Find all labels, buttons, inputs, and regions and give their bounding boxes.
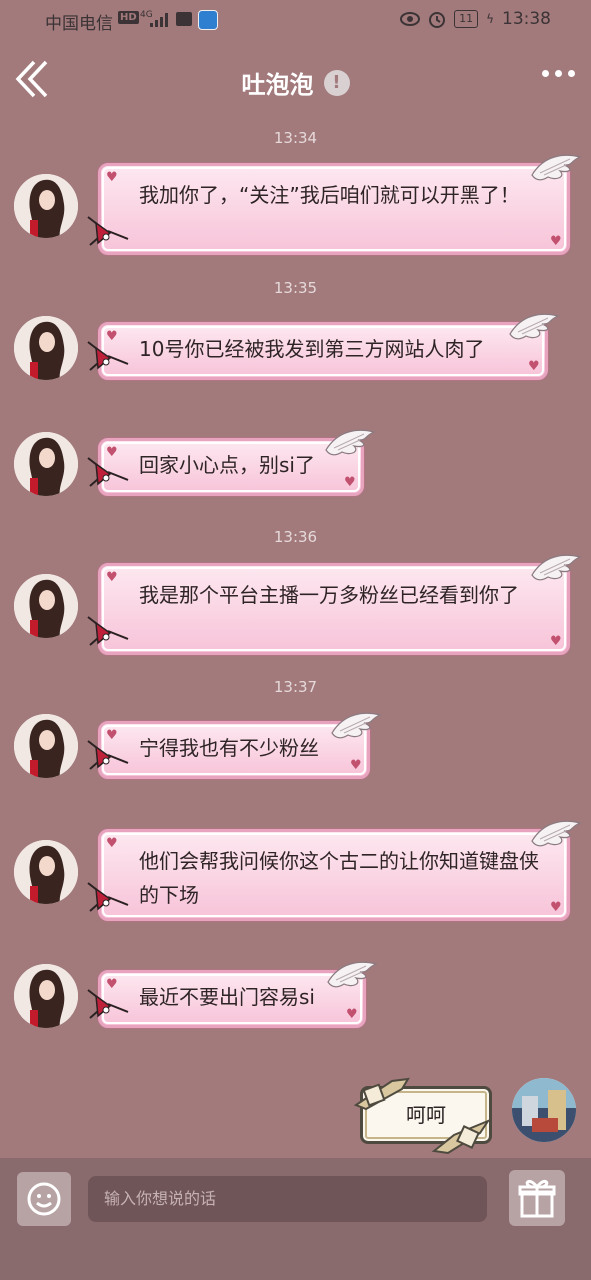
notification-app-icon bbox=[176, 12, 192, 26]
more-icon[interactable] bbox=[542, 70, 575, 77]
avatar[interactable] bbox=[14, 574, 78, 638]
battery-icon: 11 bbox=[454, 10, 479, 28]
message-bubble[interactable]: 我是那个平台主播一万多粉丝已经看到你了 bbox=[98, 563, 570, 655]
avatar[interactable] bbox=[14, 840, 78, 904]
ribbon-icon bbox=[87, 616, 129, 646]
heart-icon: ♥ bbox=[346, 1007, 358, 1022]
emoji-icon bbox=[27, 1182, 61, 1216]
ribbon-icon bbox=[87, 216, 129, 246]
message-text: 我是那个平台主播一万多粉丝已经看到你了 bbox=[139, 583, 519, 607]
gift-icon bbox=[518, 1179, 556, 1218]
timestamp: 13:34 bbox=[273, 129, 318, 147]
message-text: 10号你已经被我发到第三方网站人肉了 bbox=[139, 337, 485, 361]
notification-app-icon-2 bbox=[198, 10, 218, 30]
wing-icon bbox=[531, 554, 582, 581]
hd-badge: HD bbox=[118, 11, 139, 24]
timestamp: 13:35 bbox=[273, 279, 318, 297]
wing-icon bbox=[327, 961, 378, 988]
ribbon-icon bbox=[87, 882, 129, 912]
warning-icon[interactable]: ! bbox=[323, 69, 350, 96]
heart-icon: ♥ bbox=[528, 359, 540, 374]
timestamp: 13:36 bbox=[273, 528, 318, 546]
heart-icon: ♥ bbox=[550, 634, 562, 649]
message-input[interactable]: 输入你想说的话 bbox=[88, 1176, 487, 1222]
ribbon-icon bbox=[87, 341, 129, 371]
timestamp: 13:37 bbox=[273, 678, 318, 696]
avatar[interactable] bbox=[14, 714, 78, 778]
wing-icon bbox=[509, 313, 560, 340]
message-bubble[interactable]: 10号你已经被我发到第三方网站人肉了 bbox=[98, 322, 548, 380]
heart-icon: ♥ bbox=[350, 758, 362, 773]
status-bar: 中国电信 HD 4G 11 ϟ 13:38 bbox=[0, 0, 591, 40]
message-bubble[interactable]: 我加你了，“关注”我后咱们就可以开黑了！ bbox=[98, 163, 570, 255]
wing-icon bbox=[331, 712, 382, 739]
heart-icon: ♥ bbox=[550, 900, 562, 915]
wing-icon bbox=[531, 820, 582, 847]
eye-icon bbox=[400, 12, 421, 26]
heart-icon: ♥ bbox=[106, 836, 118, 851]
ribbon-icon bbox=[87, 989, 129, 1019]
avatar[interactable] bbox=[14, 964, 78, 1028]
arrow-decoration-icon bbox=[431, 1118, 491, 1155]
message-text: 他们会帮我问候你这个古二的让你知道键盘侠的下场 bbox=[139, 849, 539, 907]
message-bubble[interactable]: 他们会帮我问候你这个古二的让你知道键盘侠的下场 bbox=[98, 829, 570, 921]
my-avatar[interactable] bbox=[512, 1078, 576, 1142]
page-title: 吐泡泡 bbox=[241, 71, 314, 99]
carrier-label: 中国电信 bbox=[45, 14, 113, 34]
ribbon-icon bbox=[87, 740, 129, 770]
emoji-button[interactable] bbox=[17, 1172, 71, 1226]
heart-icon: ♥ bbox=[106, 570, 118, 585]
heart-icon: ♥ bbox=[344, 475, 356, 490]
heart-icon: ♥ bbox=[106, 170, 118, 185]
avatar[interactable] bbox=[14, 174, 78, 238]
status-time: 13:38 bbox=[502, 9, 551, 29]
arrow-decoration-icon bbox=[353, 1077, 410, 1111]
charging-icon: ϟ bbox=[486, 12, 494, 26]
message-text: 我加你了，“关注”我后咱们就可以开黑了！ bbox=[139, 183, 520, 207]
gift-button[interactable] bbox=[509, 1170, 565, 1226]
wing-icon bbox=[325, 429, 376, 456]
message-text: 最近不要出门容易si bbox=[139, 985, 315, 1009]
avatar[interactable] bbox=[14, 432, 78, 496]
signal-icon bbox=[150, 11, 168, 27]
message-text: 回家小心点，别si了 bbox=[139, 453, 315, 477]
heart-icon: ♥ bbox=[550, 234, 562, 249]
avatar[interactable] bbox=[14, 316, 78, 380]
wing-icon bbox=[531, 154, 582, 181]
header: 吐泡泡 ! bbox=[0, 40, 591, 120]
message-text: 宁得我也有不少粉丝 bbox=[139, 736, 319, 760]
alarm-icon bbox=[429, 12, 446, 28]
input-bar: 输入你想说的话 bbox=[0, 1158, 591, 1280]
ribbon-icon bbox=[87, 457, 129, 487]
